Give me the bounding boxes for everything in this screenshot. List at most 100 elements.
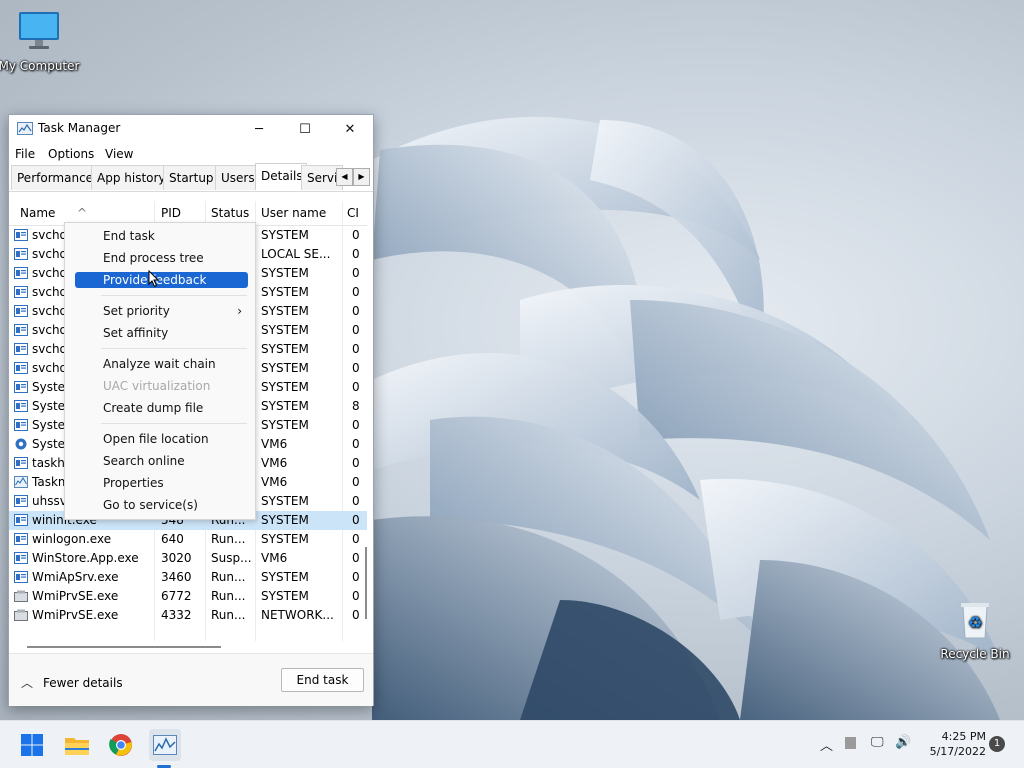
menu-item-set-affinity[interactable]: Set affinity: [75, 325, 248, 341]
end-task-button[interactable]: End task: [281, 668, 364, 692]
process-cpu: 0: [352, 437, 360, 451]
process-user: SYSTEM: [261, 380, 309, 394]
taskbar-chrome[interactable]: [105, 729, 137, 761]
title-bar[interactable]: Task Manager ─ ☐ ✕: [9, 115, 373, 143]
process-user: SYSTEM: [261, 304, 309, 318]
process-status: Susp...: [211, 551, 252, 565]
menu-item-properties[interactable]: Properties: [75, 475, 248, 491]
menu-item-label: Set priority: [103, 304, 170, 318]
service-icon: [14, 400, 28, 412]
process-cpu: 8: [352, 399, 360, 413]
volume-icon[interactable]: 🔊: [895, 735, 911, 750]
menu-bar: File Options View: [9, 143, 373, 165]
service-icon: [14, 419, 28, 431]
close-button[interactable]: ✕: [327, 115, 373, 143]
process-user: SYSTEM: [261, 361, 309, 375]
vertical-scrollbar[interactable]: [365, 201, 371, 641]
service-icon: [14, 343, 28, 355]
table-row[interactable]: WmiApSrv.exe 3460 Run... SYSTEM 0: [9, 568, 367, 587]
tab-details[interactable]: Details: [255, 163, 307, 190]
process-user: SYSTEM: [261, 418, 309, 432]
show-hidden-icons-chevron-icon[interactable]: ︿: [820, 735, 833, 754]
menu-options[interactable]: Options: [48, 147, 94, 161]
process-cpu: 0: [352, 247, 360, 261]
desktop-icon-recycle-bin[interactable]: ♻ Recycle Bin: [930, 598, 1020, 661]
process-cpu: 0: [352, 551, 360, 565]
minimize-button[interactable]: ─: [236, 115, 282, 143]
process-user: VM6: [261, 551, 288, 565]
process-name: winlogon.exe: [32, 532, 112, 546]
process-cpu: 0: [352, 570, 360, 584]
process-cpu: 0: [352, 589, 360, 603]
start-button[interactable]: [16, 729, 48, 761]
menu-item-go-to-services[interactable]: Go to service(s): [75, 497, 248, 513]
table-row[interactable]: WmiPrvSE.exe 6772 Run... SYSTEM 0: [9, 587, 367, 606]
column-header-user-name[interactable]: User name: [261, 206, 326, 220]
process-user: VM6: [261, 475, 288, 489]
desktop-icon-label: My Computer: [0, 59, 80, 73]
table-row[interactable]: WinStore.App.exe 3020 Susp... VM6 0: [9, 549, 367, 568]
chrome-icon: [109, 734, 132, 756]
column-header-name[interactable]: Name: [20, 206, 55, 220]
menu-item-search-online[interactable]: Search online: [75, 453, 248, 469]
mouse-cursor-icon: [148, 270, 160, 288]
menu-view[interactable]: View: [105, 147, 133, 161]
menu-item-uac-virtualization: UAC virtualization: [103, 379, 211, 393]
wmi-icon: [14, 609, 28, 621]
fewer-details-link[interactable]: ︿ Fewer details: [21, 674, 123, 691]
desktop-icon-my-computer[interactable]: My Computer: [0, 10, 84, 73]
menu-item-open-file-location[interactable]: Open file location: [75, 431, 248, 447]
process-status: Run...: [211, 570, 246, 584]
menu-item-end-task[interactable]: End task: [75, 228, 248, 244]
tab-startup[interactable]: Startup: [163, 165, 223, 190]
tab-performance[interactable]: Performance: [11, 165, 99, 190]
menu-item-end-process-tree[interactable]: End process tree: [75, 250, 248, 266]
menu-item-create-dump-file[interactable]: Create dump file: [75, 400, 248, 416]
clock-date: 5/17/2022: [929, 745, 986, 758]
network-icon[interactable]: 🖵: [871, 735, 884, 750]
menu-file[interactable]: File: [15, 147, 35, 161]
scroll-thumb[interactable]: [365, 547, 367, 619]
taskbar: ︿ 🖵 🔊 4:25 PM 5/17/2022 1: [0, 720, 1024, 768]
maximize-button[interactable]: ☐: [282, 115, 328, 143]
clock[interactable]: 4:25 PM 5/17/2022: [920, 729, 986, 759]
process-user: SYSTEM: [261, 399, 309, 413]
service-icon: [14, 248, 28, 260]
column-header-cpu[interactable]: CI: [347, 206, 359, 220]
process-cpu: 0: [352, 418, 360, 432]
process-cpu: 0: [352, 266, 360, 280]
process-cpu: 0: [352, 475, 360, 489]
process-name: WmiPrvSE.exe: [32, 589, 119, 603]
service-icon: [14, 552, 28, 564]
recycle-bin-icon: ♻: [961, 603, 989, 639]
tray-app-icon[interactable]: [845, 737, 856, 749]
service-icon: [14, 457, 28, 469]
process-cpu: 0: [352, 380, 360, 394]
service-icon: [14, 571, 28, 583]
table-row[interactable]: WmiPrvSE.exe 4332 Run... NETWORK... 0: [9, 606, 367, 625]
menu-item-set-priority[interactable]: Set priority ›: [75, 303, 248, 319]
sort-ascending-icon: ^: [77, 206, 88, 220]
tab-app-history[interactable]: App history: [91, 165, 171, 190]
chevron-up-icon: ︿: [21, 676, 34, 690]
process-user: LOCAL SE...: [261, 247, 331, 261]
horizontal-scrollbar[interactable]: [27, 646, 221, 648]
column-header-status[interactable]: Status: [211, 206, 249, 220]
taskbar-task-manager[interactable]: [149, 729, 181, 761]
context-menu: End task End process tree Provide feedba…: [64, 222, 256, 520]
menu-separator: [101, 423, 247, 424]
notification-badge[interactable]: 1: [989, 736, 1005, 752]
fewer-details-label: Fewer details: [43, 676, 123, 690]
table-row[interactable]: winlogon.exe 640 Run... SYSTEM 0: [9, 530, 367, 549]
column-header-pid[interactable]: PID: [161, 206, 181, 220]
process-cpu: 0: [352, 304, 360, 318]
tab-scroll-left-icon[interactable]: ◀: [336, 168, 353, 186]
tab-scroll-right-icon[interactable]: ▶: [353, 168, 370, 186]
menu-item-provide-feedback[interactable]: Provide feedback: [75, 272, 248, 288]
menu-item-analyze-wait-chain[interactable]: Analyze wait chain: [75, 356, 248, 372]
process-cpu: 0: [352, 285, 360, 299]
process-user: VM6: [261, 437, 288, 451]
process-cpu: 0: [352, 323, 360, 337]
taskbar-file-explorer[interactable]: [61, 729, 93, 761]
desktop-icon-label: Recycle Bin: [940, 647, 1010, 661]
